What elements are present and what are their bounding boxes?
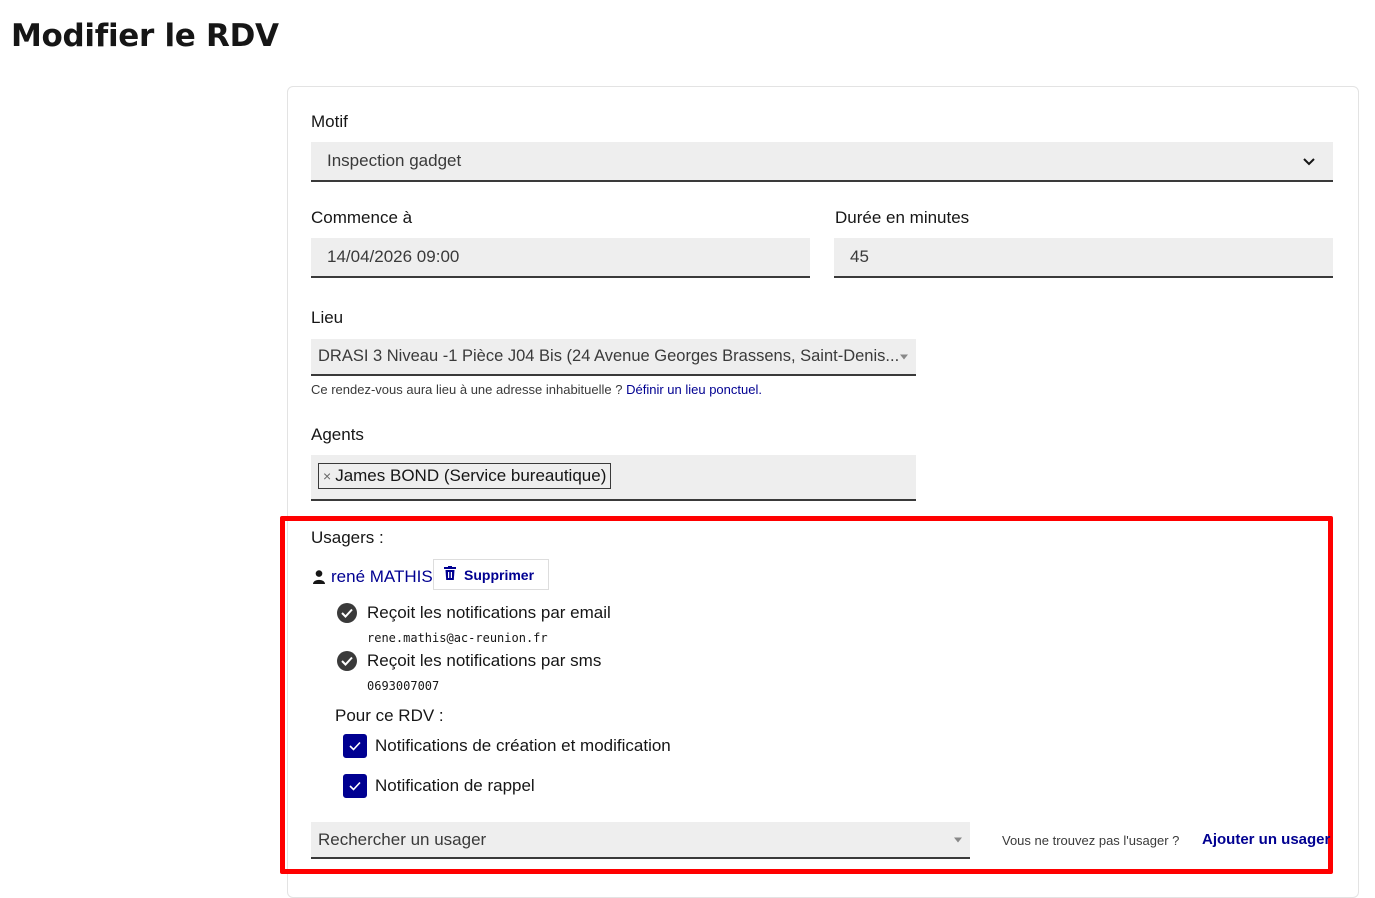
start-datetime-input[interactable]: 14/04/2026 09:00: [311, 238, 810, 278]
add-user-link[interactable]: Ajouter un usager: [1202, 831, 1330, 848]
email-notif-text: Reçoit les notifications par email: [367, 603, 611, 622]
agents-label: Agents: [311, 425, 364, 444]
reminder-label: Notification de rappel: [375, 776, 535, 795]
creation-modification-checkbox[interactable]: [343, 734, 367, 758]
duration-label: Durée en minutes: [835, 208, 970, 227]
lieu-value: DRASI 3 Niveau -1 Pièce J04 Bis (24 Aven…: [318, 347, 900, 365]
motif-value: Inspection gadget: [327, 151, 462, 170]
not-found-text: Vous ne trouvez pas l'usager ?: [1002, 833, 1180, 848]
caret-down-icon: [900, 354, 908, 359]
check-circle-icon: [337, 603, 357, 623]
lieu-select[interactable]: DRASI 3 Niveau -1 Pièce J04 Bis (24 Aven…: [311, 339, 916, 376]
delete-user-label: Supprimer: [464, 566, 535, 583]
motif-select[interactable]: Inspection gadget: [311, 142, 1333, 182]
for-rdv-label: Pour ce RDV :: [335, 706, 444, 725]
start-label: Commence à: [311, 208, 413, 227]
duration-input[interactable]: 45: [834, 238, 1333, 278]
user-search-select[interactable]: Rechercher un usager: [311, 822, 970, 859]
caret-down-icon: [954, 837, 962, 842]
lieu-help-text: Ce rendez-vous aura lieu à une adresse i…: [311, 382, 623, 397]
sms-notif-text: Reçoit les notifications par sms: [367, 651, 602, 670]
trash-icon: [444, 566, 456, 583]
define-lieu-link[interactable]: Définir un lieu ponctuel.: [626, 382, 762, 397]
reminder-checkbox[interactable]: [343, 774, 367, 798]
lieu-label: Lieu: [311, 308, 344, 327]
motif-label: Motif: [311, 112, 348, 131]
remove-agent-icon[interactable]: ×: [323, 468, 331, 484]
user-icon: [313, 570, 325, 589]
agent-tag[interactable]: × James BOND (Service bureautique): [318, 463, 612, 489]
usagers-label: Usagers :: [311, 528, 384, 547]
check-circle-icon: [337, 651, 357, 671]
agent-tag-label: James BOND (Service bureautique): [335, 466, 607, 485]
user-email: rene.mathis@ac-reunion.fr: [367, 631, 548, 645]
user-search-placeholder: Rechercher un usager: [318, 829, 487, 849]
user-phone: 0693007007: [367, 679, 440, 693]
user-name-link[interactable]: rené MATHIS: [331, 567, 433, 587]
chevron-down-icon: [1303, 153, 1315, 169]
start-value: 14/04/2026 09:00: [327, 247, 460, 266]
page-title: Modifier le RDV: [11, 18, 279, 54]
lieu-help: Ce rendez-vous aura lieu à une adresse i…: [311, 382, 762, 397]
creation-modification-label: Notifications de création et modificatio…: [375, 736, 671, 755]
delete-user-button[interactable]: Supprimer: [433, 559, 549, 590]
duration-value: 45: [850, 247, 869, 266]
